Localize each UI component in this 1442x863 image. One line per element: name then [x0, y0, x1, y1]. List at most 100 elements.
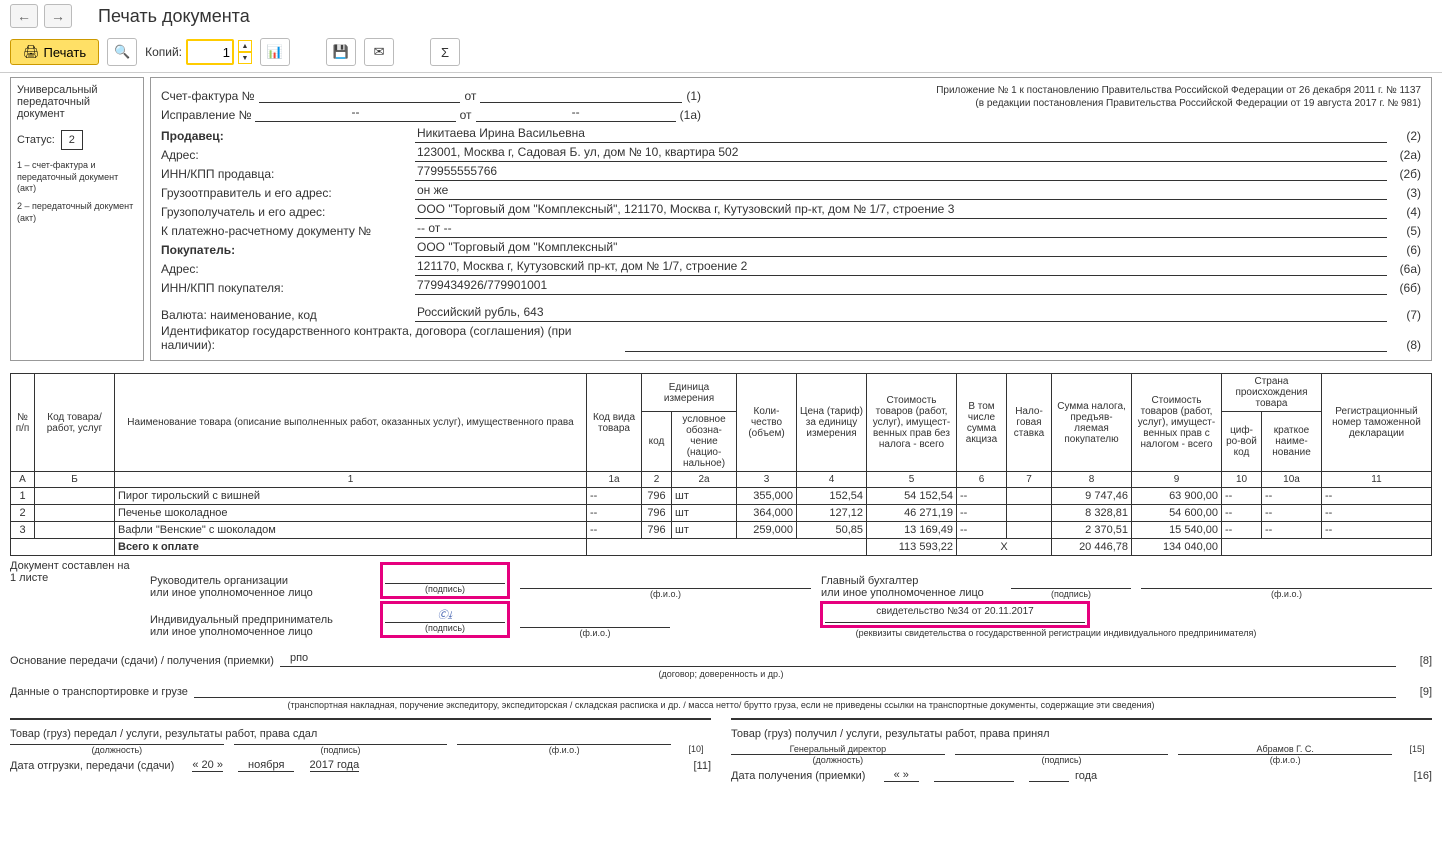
th-code-c7: 7: [1007, 472, 1052, 488]
right-num: [15]: [1402, 744, 1432, 755]
left-dn: [11]: [681, 760, 711, 772]
right-date-label: Дата получения (приемки): [731, 770, 865, 782]
invoice-num: (1): [686, 89, 701, 103]
th-code-c2a: 2а: [672, 472, 737, 488]
cell: --: [957, 505, 1007, 522]
status-value[interactable]: 2: [61, 130, 83, 150]
header-right: Приложение № 1 к постановлению Правитель…: [901, 84, 1421, 110]
th-unit-code: код: [642, 412, 672, 472]
preview-button[interactable]: 🔍: [107, 38, 137, 66]
cell: --: [587, 505, 642, 522]
status-label: Статус:: [17, 134, 55, 146]
cell: 9 747,46: [1052, 488, 1132, 505]
th-tax: Сумма налога, предъяв-ляемая покупателю: [1052, 374, 1132, 472]
total-cell: [1222, 539, 1432, 556]
sidebar-title-2: передаточный: [17, 96, 137, 108]
total-cell: [587, 539, 867, 556]
field-value: [625, 335, 1387, 352]
u-fio-3: (ф.и.о.): [520, 628, 670, 638]
cell: --: [587, 488, 642, 505]
sidebar: Универсальный передаточный документ Стат…: [10, 77, 144, 361]
cell: --: [1262, 488, 1322, 505]
field-num: (6а): [1391, 262, 1421, 276]
field-value: ООО "Торговый дом "Комплексный": [415, 240, 1387, 257]
page-title: Печать документа: [98, 6, 250, 27]
cell: Пирог тирольский с вишней: [115, 488, 587, 505]
copies-input[interactable]: [186, 39, 234, 65]
printer-icon: 🖨: [23, 44, 40, 60]
cell: 54 600,00: [1132, 505, 1222, 522]
copies-label: Копий:: [145, 45, 182, 59]
cell: 796: [642, 522, 672, 539]
left-pos: (должность): [92, 745, 143, 755]
back-button[interactable]: ←: [10, 4, 38, 28]
th-code-c9: 9: [1132, 472, 1222, 488]
save-button[interactable]: 💾: [326, 38, 356, 66]
invoice-from: от: [464, 89, 476, 103]
total-cell: [11, 539, 115, 556]
field-label: Адрес:: [161, 148, 411, 162]
leader-sign: [385, 567, 505, 584]
legend-1: 1 – счет-фактура и передаточный документ…: [17, 160, 137, 195]
field-num: (4): [1391, 205, 1421, 219]
cell: 355,000: [737, 488, 797, 505]
cell: 796: [642, 505, 672, 522]
mail-button[interactable]: ✉: [364, 38, 394, 66]
forward-button[interactable]: →: [44, 4, 72, 28]
field-num: (5): [1391, 224, 1421, 238]
corr-number: --: [255, 105, 455, 122]
total-cell: 134 040,00: [1132, 539, 1222, 556]
cell: 63 900,00: [1132, 488, 1222, 505]
doc-content: Приложение № 1 к постановлению Правитель…: [150, 77, 1432, 361]
th-cc: циф-ро-вой код: [1222, 412, 1262, 472]
sum-button[interactable]: Σ: [430, 38, 460, 66]
th-code-c10a: 10а: [1262, 472, 1322, 488]
field-value: 123001, Москва г, Садовая Б. ул, дом № 1…: [415, 145, 1387, 162]
field-value: ООО "Торговый дом "Комплексный", 121170,…: [415, 202, 1387, 219]
th-code-c2: 2: [642, 472, 672, 488]
total-cell: Х: [957, 539, 1052, 556]
copies-group: Копий: ▲▼: [145, 39, 252, 65]
cell: 46 271,19: [867, 505, 957, 522]
cell: [35, 522, 115, 539]
field-label: ИНН/КПП покупателя:: [161, 281, 411, 295]
th-code-c3: 3: [737, 472, 797, 488]
total-cell: 113 593,22: [867, 539, 957, 556]
th-name: Наименование товара (описание выполненны…: [115, 374, 587, 472]
field-label: Грузоотправитель и его адрес:: [161, 186, 411, 200]
print-button[interactable]: 🖨 Печать: [10, 39, 99, 65]
acc-label: Главный бухгалтер: [821, 575, 918, 587]
ip-label: Индивидуальный предприниматель: [150, 614, 333, 626]
right-sign: (подпись): [955, 755, 1169, 765]
left-d: « 20 »: [192, 759, 223, 772]
cell: 1: [11, 488, 35, 505]
th-cost: Стоимость товаров (работ, услуг), имущес…: [867, 374, 957, 472]
cert-text: свидетельство №34 от 20.11.2017: [825, 606, 1085, 623]
left-num: [10]: [681, 744, 711, 755]
cert-hint: (реквизиты свидетельства о государственн…: [680, 628, 1432, 638]
transport-hint: (транспортная накладная, поручение экспе…: [10, 700, 1432, 710]
cell: --: [1222, 488, 1262, 505]
cell: --: [1322, 505, 1432, 522]
right-pos: (должность): [731, 755, 945, 765]
cell: шт: [672, 505, 737, 522]
leader-fio: [520, 572, 811, 589]
th-code: Код товара/ работ, услуг: [35, 374, 115, 472]
table-row: 1Пирог тирольский с вишней--796шт355,000…: [11, 488, 1432, 505]
copies-spinner[interactable]: ▲▼: [238, 40, 252, 64]
or-other-3: или иное уполномоченное лицо: [150, 626, 313, 638]
left-y: 2017 года: [310, 759, 360, 772]
cell: 50,85: [797, 522, 867, 539]
field-value: 779955555766: [415, 164, 1387, 181]
export-button[interactable]: 📊: [260, 38, 290, 66]
field-num: (6): [1391, 243, 1421, 257]
signature-highlight-1: (подпись): [380, 562, 510, 599]
table-row: 3Вафли "Венские" с шоколадом--796шт259,0…: [11, 522, 1432, 539]
right-y-blank: [1029, 781, 1069, 782]
sidebar-title-3: документ: [17, 108, 137, 120]
th-exc: В том числе сумма акциза: [957, 374, 1007, 472]
total-cell: Всего к оплате: [115, 539, 587, 556]
cell: 15 540,00: [1132, 522, 1222, 539]
right-block: Товар (груз) получил / услуги, результат…: [731, 718, 1432, 786]
th-code-c8: 8: [1052, 472, 1132, 488]
